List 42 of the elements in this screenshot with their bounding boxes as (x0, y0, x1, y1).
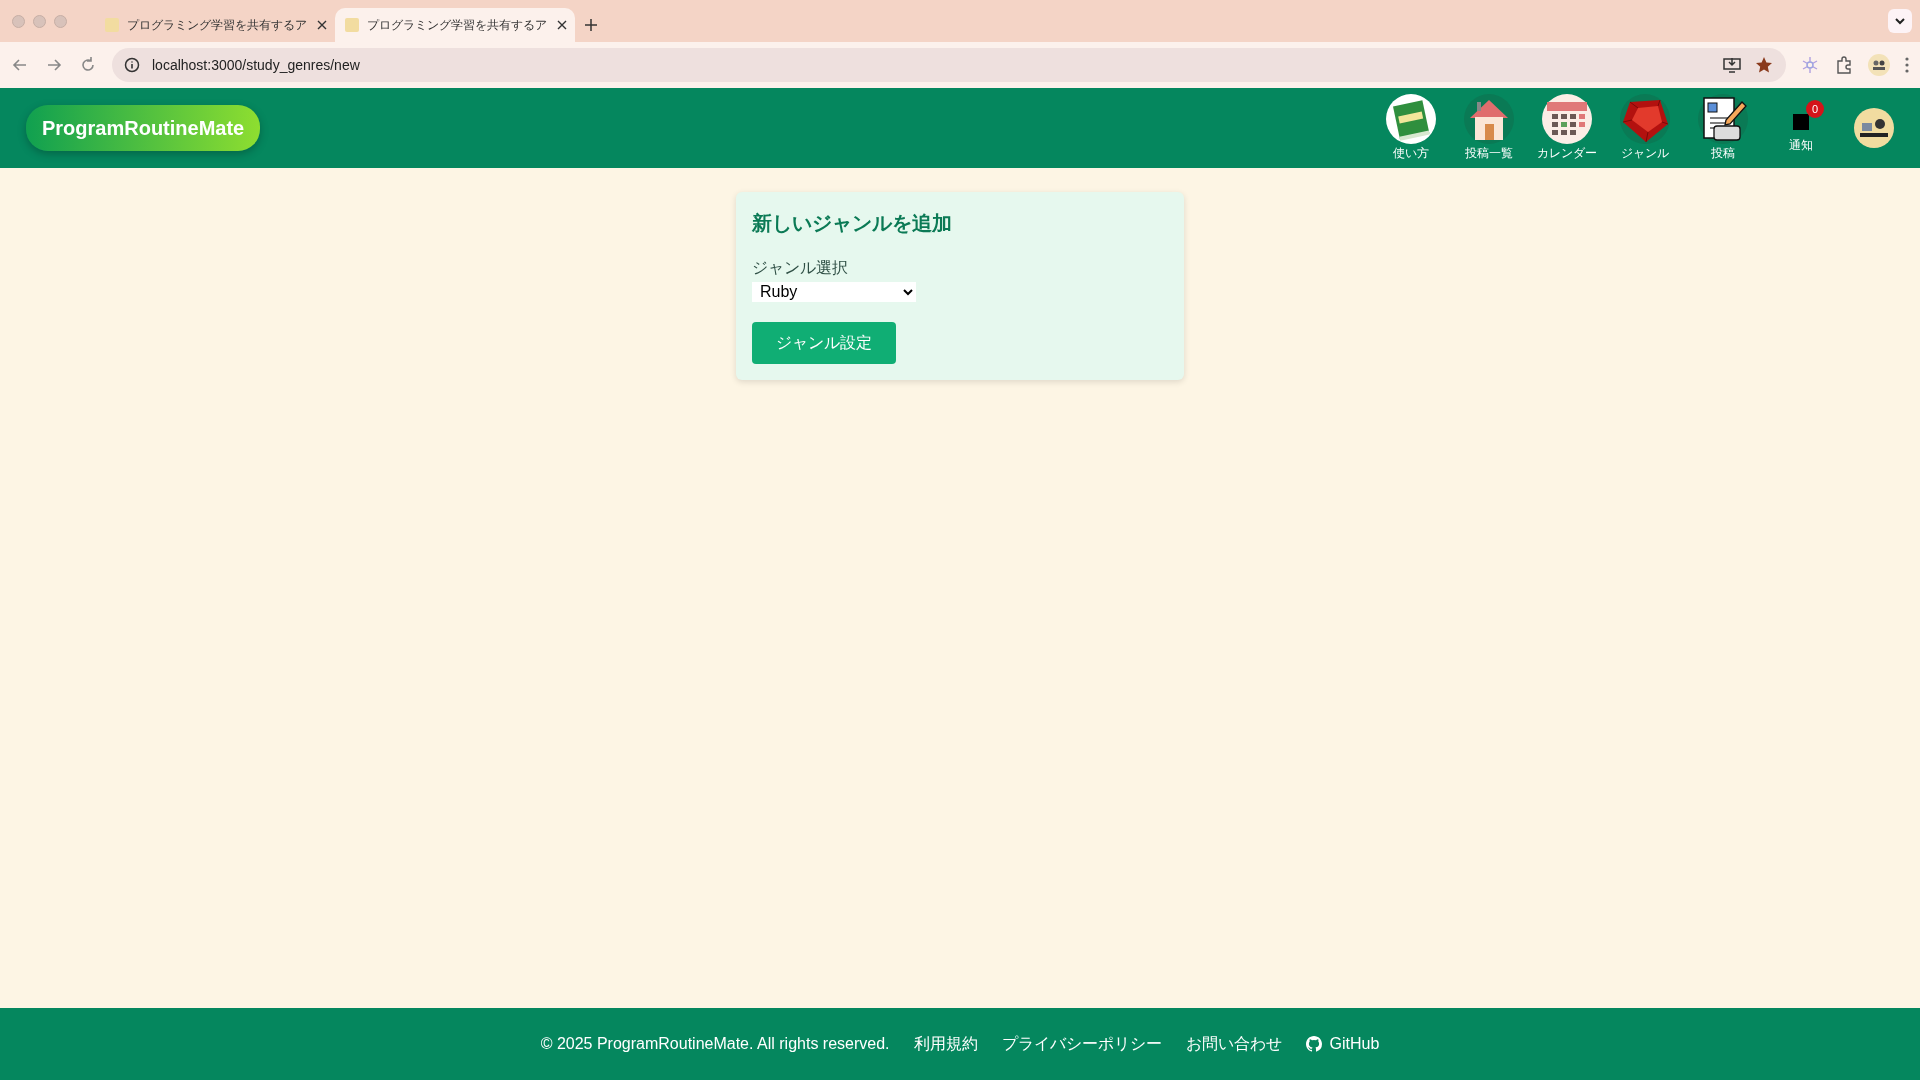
footer-link[interactable]: GitHub (1305, 1032, 1380, 1056)
address-bar[interactable]: localhost:3000/study_genres/new (112, 48, 1786, 82)
new-tab-icon[interactable] (585, 19, 597, 31)
footer-link[interactable]: プライバシーポリシー (1001, 1032, 1162, 1056)
footer-link[interactable]: お問い合わせ (1185, 1032, 1282, 1056)
gem-icon (1620, 94, 1670, 144)
notification-count: 0 (1806, 100, 1824, 118)
favicon-icon (345, 18, 359, 32)
puzzle-icon[interactable] (1834, 55, 1854, 75)
star-icon[interactable] (1754, 55, 1774, 75)
more-menu-icon[interactable] (1904, 55, 1910, 75)
copyright-text: © 2025 ProgramRoutineMate. All rights reserved. (540, 1034, 890, 1054)
document-pencil-icon (1698, 94, 1748, 144)
nav-item[interactable]: 投稿一覧 (1450, 94, 1528, 162)
nav-item[interactable]: カレンダー (1528, 94, 1606, 162)
footer-link[interactable]: 利用規約 (913, 1032, 978, 1056)
avatar-icon[interactable] (1854, 108, 1894, 148)
calendar-icon (1542, 94, 1592, 144)
app-logo[interactable]: ProgramRoutineMate (26, 105, 261, 151)
favicon-icon (105, 18, 119, 32)
browser-tab[interactable]: プログラミング学習を共有するア (95, 8, 335, 42)
nav-item[interactable]: 投稿 (1684, 94, 1762, 162)
close-icon[interactable] (557, 20, 567, 30)
field-label: ジャンル選択 (752, 258, 849, 278)
profile-avatar-icon[interactable] (1868, 54, 1890, 76)
submit-button[interactable]: ジャンル設定 (752, 322, 896, 364)
browser-tab[interactable]: プログラミング学習を共有するア (335, 8, 575, 42)
nav-item[interactable]: 使い方 (1372, 94, 1450, 162)
info-icon[interactable] (124, 55, 140, 75)
nav-item[interactable]: ジャンル (1606, 94, 1684, 162)
genre-select[interactable]: Ruby (752, 281, 916, 302)
form-title: 新しいジャンルを追加 (752, 211, 953, 236)
house-icon (1464, 94, 1514, 144)
tab-title: プログラミング学習を共有するア (367, 17, 548, 34)
tab-list-icon[interactable] (1888, 9, 1912, 33)
book-icon (1386, 94, 1436, 144)
install-icon[interactable] (1722, 55, 1742, 75)
close-icon[interactable] (317, 20, 327, 30)
github-icon (1305, 1036, 1322, 1052)
tab-title: プログラミング学習を共有するア (127, 17, 308, 34)
nav-item[interactable]: 通知 0 (1762, 102, 1840, 154)
url-text: localhost:3000/study_genres/new (152, 55, 361, 75)
